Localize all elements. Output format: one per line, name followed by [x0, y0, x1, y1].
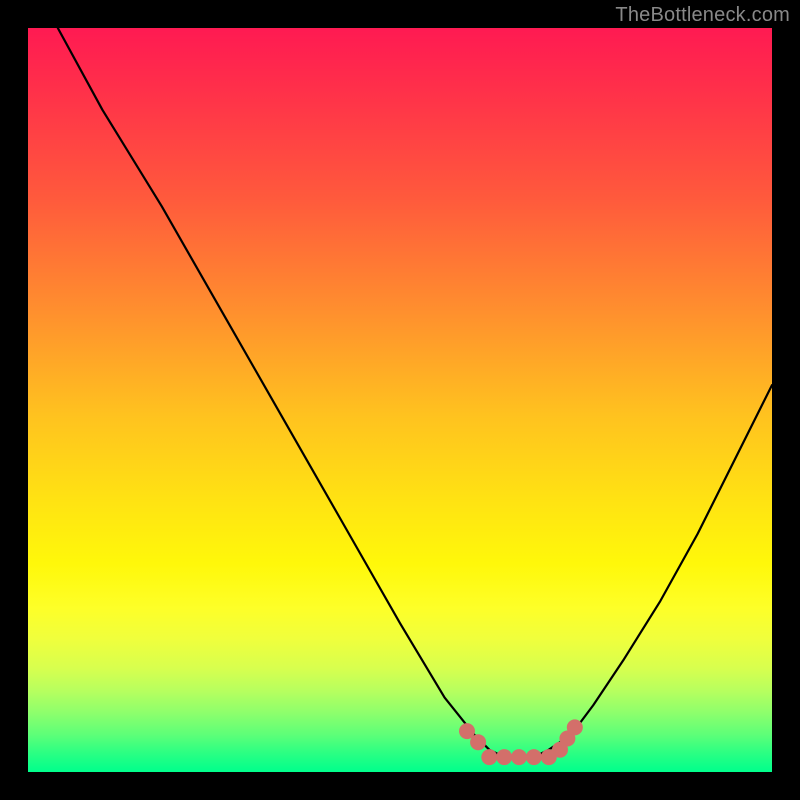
watermark-label: TheBottleneck.com	[615, 4, 790, 27]
chart-overlay	[28, 28, 772, 772]
highlight-dot	[470, 734, 486, 750]
bottleneck-floor-highlight	[459, 719, 583, 765]
highlight-dot	[496, 749, 512, 765]
bottleneck-curve	[58, 28, 772, 757]
highlight-dot	[481, 749, 497, 765]
highlight-dot	[567, 719, 583, 735]
plot-area	[28, 28, 772, 772]
chart-frame: TheBottleneck.com	[0, 0, 800, 800]
highlight-dot	[511, 749, 527, 765]
highlight-dot	[526, 749, 542, 765]
